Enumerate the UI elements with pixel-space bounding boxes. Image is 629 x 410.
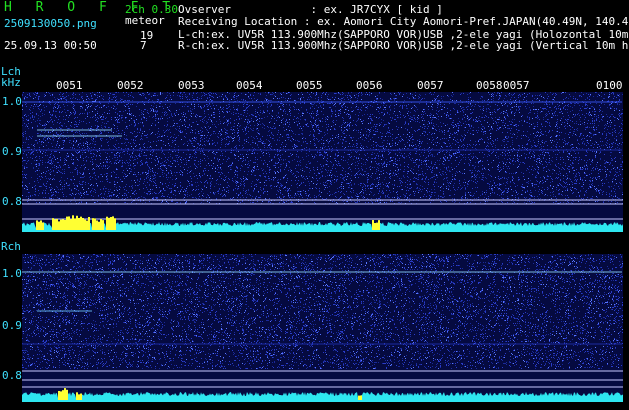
time-tick: 0057 [503, 79, 530, 92]
meteor-level-spike [374, 223, 376, 230]
meteor-level-spike [56, 218, 58, 230]
time-tick: 0054 [236, 79, 263, 92]
meteor-level-spike [84, 219, 86, 230]
meteor-level-spike [360, 395, 362, 400]
meteor-level-spike [72, 215, 74, 230]
meteor-level-spike [36, 220, 38, 230]
meteor-level-spike [114, 218, 116, 230]
time-tick: 0055 [296, 79, 323, 92]
meteor-level-spike [94, 218, 96, 230]
datetime-label: 25.09.13 00:50 [4, 39, 97, 52]
meteor-level-spike [54, 219, 56, 230]
meteor-level-spike [378, 220, 380, 230]
meteor-level-spike [52, 218, 54, 230]
time-tick: 0057 [417, 79, 444, 92]
rch-tick-1-0: 1.0 [2, 267, 22, 280]
filename-label: 2509130050.png [4, 17, 97, 30]
meteor-level-spike [100, 219, 102, 230]
rch-tick-0-8: 0.8 [2, 369, 22, 382]
meteor-level-spike [88, 216, 90, 230]
meteor-level-spike [60, 219, 62, 230]
meteor-level-spike [66, 216, 68, 230]
lch-spectrogram [22, 92, 623, 232]
time-tick: 0053 [178, 79, 205, 92]
time-tick: 0051 [56, 79, 83, 92]
meteor-label: meteor [125, 14, 165, 27]
meteor-level-spike [64, 219, 66, 230]
location-line: Receiving Location : ex. Aomori City Aom… [178, 15, 629, 28]
meteor-level-spike [358, 395, 360, 400]
meteor-level-spike [108, 217, 110, 230]
meteor-level-spike [68, 216, 70, 230]
meteor-level-spike [80, 393, 82, 400]
meteor-level-spike [86, 220, 88, 230]
meteor-level-spike [70, 219, 72, 230]
meteor-level-spike [106, 216, 108, 230]
meteor-level-spike [42, 222, 44, 230]
meteor-level-spike [38, 221, 40, 230]
rch-meteor-count: 7 [140, 39, 147, 52]
lch-tick-1-0: 1.0 [2, 95, 22, 108]
meteor-level-spike [376, 222, 378, 230]
meteor-level-spike [80, 216, 82, 230]
meteor-level-spike [112, 216, 114, 230]
time-tick: 0056 [356, 79, 383, 92]
meteor-level-spike [64, 388, 66, 400]
meteor-level-spike [58, 390, 60, 400]
spectrogram-background [22, 92, 623, 232]
meteor-level-spike [66, 389, 68, 400]
time-tick: 0100 [596, 79, 623, 92]
meteor-level-spike [74, 218, 76, 230]
meteor-level-spike [92, 218, 94, 230]
time-tick: 0052 [117, 79, 144, 92]
meteor-level-spike [40, 220, 42, 230]
lch-unit: kHz [1, 76, 21, 89]
meteor-level-spike [58, 221, 60, 230]
meteor-level-spike [82, 217, 84, 230]
meteor-level-spike [372, 220, 374, 230]
rch-spectrogram-canvas [22, 254, 623, 402]
meteor-level-spike [98, 221, 100, 230]
lch-tick-0-8: 0.8 [2, 195, 22, 208]
meteor-level-spike [96, 220, 98, 230]
meteor-level-spike [62, 219, 64, 230]
meteor-level-spike [78, 218, 80, 230]
meteor-level-spike [60, 391, 62, 400]
meteor-level-spike [102, 220, 104, 230]
lch-spectrogram-canvas [22, 92, 623, 232]
rch-tick-0-9: 0.9 [2, 319, 22, 332]
lch-tick-0-9: 0.9 [2, 145, 22, 158]
meteor-level-spike [78, 394, 80, 400]
meteor-level-spike [110, 217, 112, 230]
rch-label: Rch [1, 240, 21, 253]
meteor-level-spike [62, 390, 64, 400]
rch-spectrogram [22, 254, 623, 402]
meteor-level-spike [76, 392, 78, 400]
meteor-level-spike [76, 215, 78, 230]
rch-info-line: R-ch:ex. UV5R 113.900Mhz(SAPPORO VOR)USB… [178, 40, 629, 52]
time-tick: 0058 [476, 79, 503, 92]
